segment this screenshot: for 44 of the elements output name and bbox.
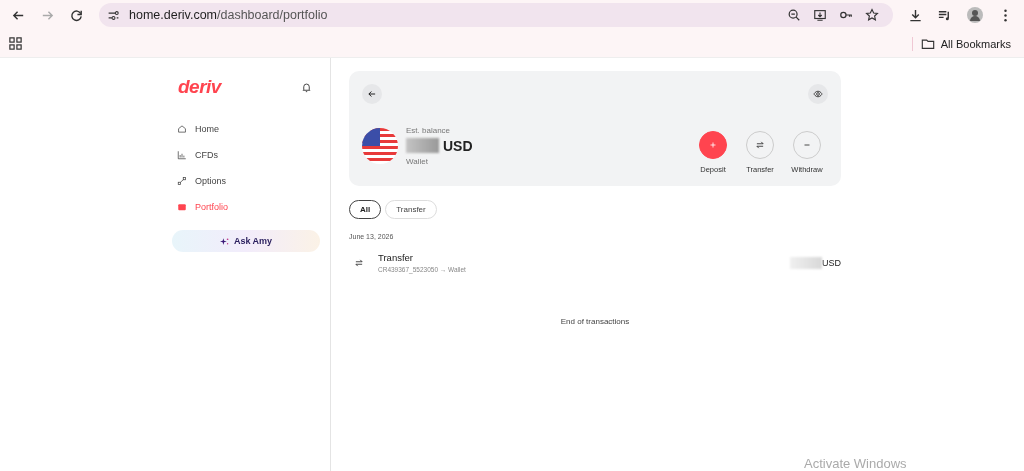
folder-icon <box>920 36 935 51</box>
filter-chip[interactable]: All <box>349 200 382 219</box>
install-icon[interactable] <box>813 8 827 22</box>
back-arrow-icon <box>367 89 377 99</box>
transaction-title: Transfer <box>378 252 415 263</box>
zoom-icon[interactable] <box>787 8 801 22</box>
plus-icon <box>708 140 718 150</box>
filter-chip[interactable]: Transfer <box>385 200 437 219</box>
sparkle-icon <box>219 236 229 246</box>
nav-item[interactable]: CFDs <box>172 142 320 168</box>
back-button[interactable] <box>362 84 382 104</box>
all-bookmarks-label: All Bookmarks <box>940 37 1011 50</box>
eye-icon <box>813 89 823 99</box>
address-bar[interactable]: home.deriv.com/dashboard/portfolio <box>99 3 893 27</box>
end-of-list-note: End of transactions <box>560 317 630 326</box>
nav-item[interactable]: Home <box>172 116 320 142</box>
url-text: home.deriv.com/dashboard/portfolio <box>129 8 328 22</box>
redacted-amount <box>790 256 822 269</box>
options-icon <box>177 176 187 186</box>
ask-amy-button[interactable]: Ask Amy <box>172 230 320 252</box>
activate-windows-notice: Activate Windows <box>804 457 907 470</box>
transaction-currency: USD <box>822 257 841 268</box>
all-bookmarks-button[interactable]: All Bookmarks <box>911 36 1019 51</box>
nav-item[interactable]: Portfolio <box>172 194 320 220</box>
hide-balance-button[interactable] <box>808 84 828 104</box>
balance-label: Est. balance <box>406 125 452 135</box>
chart-icon <box>177 150 187 160</box>
redacted-amount <box>406 138 439 153</box>
home-icon <box>177 124 187 134</box>
notification-bell-icon[interactable] <box>301 81 312 93</box>
account-label: Wallet <box>406 156 429 166</box>
swap-arrows-icon <box>354 257 364 268</box>
site-settings-icon[interactable] <box>107 8 120 22</box>
download-icon[interactable] <box>908 7 923 23</box>
wallet-icon <box>177 202 187 212</box>
swap-arrows-icon <box>755 140 765 150</box>
nav-item[interactable]: Options <box>172 168 320 194</box>
wallet-action-button[interactable] <box>699 131 727 159</box>
reload-icon[interactable] <box>69 7 84 23</box>
profile-avatar[interactable] <box>967 7 983 23</box>
star-icon[interactable] <box>865 8 879 22</box>
currency-label: USD <box>443 137 473 154</box>
us-flag-icon <box>362 127 398 164</box>
apps-icon[interactable] <box>8 36 23 51</box>
